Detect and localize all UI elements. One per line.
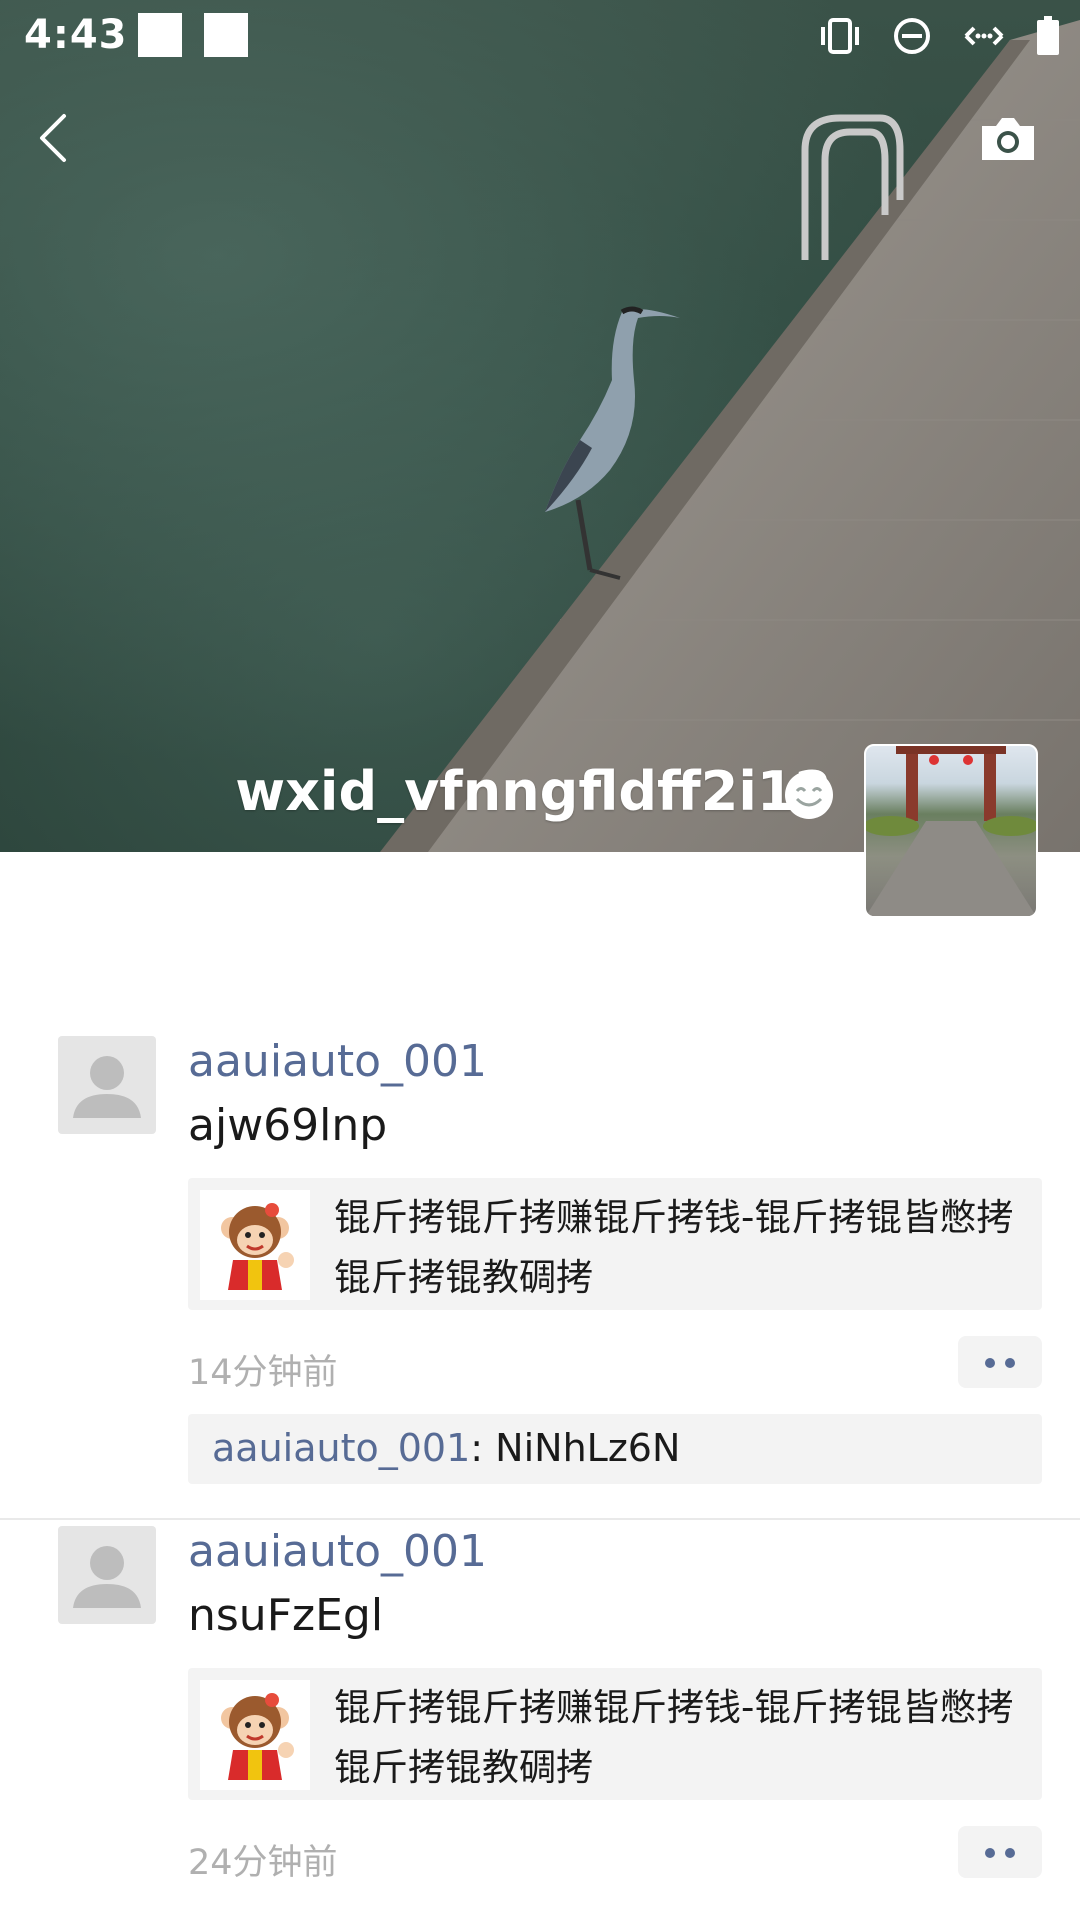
moments-feed: aauiauto_001 ajw69lnp 锟斤拷锟斤拷赚锟斤拷钱-锟斤拷锟皆憋…: [0, 1030, 1080, 1920]
status-time: 4:43: [24, 12, 128, 58]
post-item: aauiauto_001 nsuFzEgl 锟斤拷锟斤拷赚锟斤拷钱-锟斤拷锟皆憋…: [0, 1520, 1080, 1920]
more-dot-icon: [985, 1848, 995, 1858]
more-dot-icon: [1005, 1848, 1015, 1858]
comment-author[interactable]: aauiauto_001: [212, 1426, 470, 1470]
monkey-sticker-icon: [221, 1203, 294, 1290]
comment-box: aauiauto_001: NiNhLz6N: [188, 1414, 1042, 1484]
smile-icon: [785, 771, 833, 819]
default-avatar-icon: [73, 1056, 141, 1118]
more-dot-icon: [985, 1358, 995, 1368]
profile-avatar[interactable]: [864, 744, 1038, 918]
more-dot-icon: [1005, 1358, 1015, 1368]
battery-icon: [1037, 16, 1059, 55]
notification-square-icon: [138, 13, 182, 57]
link-thumbnail: [200, 1680, 310, 1790]
shared-link-card[interactable]: 锟斤拷锟斤拷赚锟斤拷钱-锟斤拷锟皆憋拷锟斤拷锟教碉拷: [188, 1178, 1042, 1310]
system-icons: [818, 14, 1060, 58]
cover-photo-art: [380, 20, 1080, 852]
shared-link-card[interactable]: 锟斤拷锟斤拷赚锟斤拷钱-锟斤拷锟皆憋拷锟斤拷锟教碉拷: [188, 1668, 1042, 1800]
more-actions-button[interactable]: [958, 1826, 1042, 1878]
avatar[interactable]: [58, 1526, 156, 1624]
link-thumbnail: [200, 1190, 310, 1300]
post-time: 24分钟前: [188, 1843, 338, 1883]
comment-text: NiNhLz6N: [495, 1426, 681, 1470]
post-text: nsuFzEgl: [188, 1590, 384, 1641]
default-avatar-icon: [73, 1546, 141, 1608]
avatar-photo: [866, 746, 1036, 916]
data-sync-icon: [964, 26, 1004, 46]
vibrate-icon: [821, 18, 859, 54]
monkey-sticker-icon: [221, 1693, 294, 1780]
avatar[interactable]: [58, 1036, 156, 1134]
do-not-disturb-icon: [894, 18, 930, 54]
cover-image[interactable]: 4:43 wxid_vfnngfldff2i12: [0, 0, 1080, 852]
comment-separator: :: [470, 1426, 496, 1470]
post-author[interactable]: aauiauto_001: [188, 1526, 487, 1577]
link-title: 锟斤拷锟斤拷赚锟斤拷钱-锟斤拷锟皆憋拷锟斤拷锟教碉拷: [334, 1196, 1014, 1299]
post-author[interactable]: aauiauto_001: [188, 1036, 487, 1087]
camera-button[interactable]: [978, 114, 1038, 164]
status-bar: 4:43: [0, 0, 1080, 76]
post-item: aauiauto_001 ajw69lnp 锟斤拷锟斤拷赚锟斤拷钱-锟斤拷锟皆憋…: [0, 1030, 1080, 1520]
profile-name[interactable]: wxid_vfnngfldff2i12: [235, 760, 832, 823]
comment-line[interactable]: aauiauto_001: NiNhLz6N: [212, 1426, 680, 1470]
post-text: ajw69lnp: [188, 1100, 388, 1151]
back-button[interactable]: [28, 108, 78, 168]
link-title: 锟斤拷锟斤拷赚锟斤拷钱-锟斤拷锟皆憋拷锟斤拷锟教碉拷: [334, 1686, 1014, 1789]
notification-square-icon: [204, 13, 248, 57]
post-time: 14分钟前: [188, 1353, 338, 1393]
more-actions-button[interactable]: [958, 1336, 1042, 1388]
